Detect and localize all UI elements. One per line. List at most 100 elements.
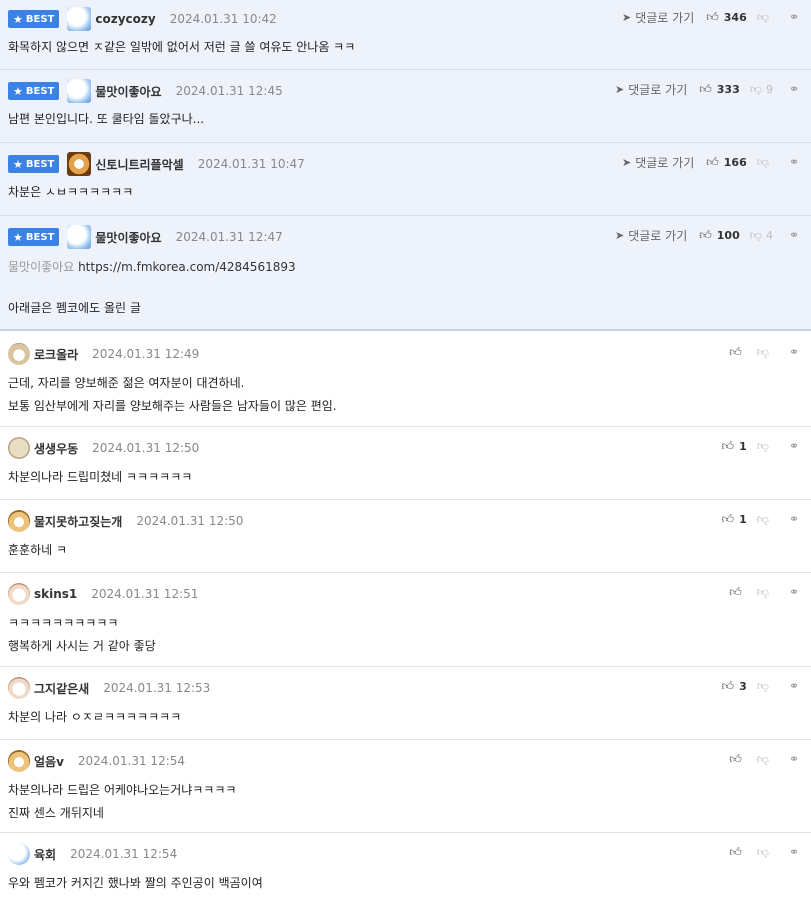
author-name[interactable]: 육회	[34, 846, 56, 863]
comment-meta: 육회 2024.01.31 12:54	[8, 843, 177, 865]
avatar[interactable]	[67, 152, 92, 176]
avatar[interactable]	[8, 343, 30, 365]
comment-meta: 얼음v 2024.01.31 12:54	[8, 750, 185, 772]
downvote-button[interactable]: 👎︎	[757, 10, 773, 25]
comment-meta: ★ BEST 신토니트리플악셀 2024.01.31 10:47	[8, 152, 305, 176]
upvote-button[interactable]: 👍︎ 346	[706, 10, 747, 25]
author-name[interactable]: 물맛이좋아요	[95, 229, 161, 246]
comment-date: 2024.01.31 12:54	[77, 754, 186, 768]
thumbs-up-icon: 👍︎	[729, 584, 742, 599]
upvote-button[interactable]: 👍︎	[729, 345, 747, 360]
link-icon[interactable]: ⚭	[789, 10, 799, 24]
thumbs-down-icon: 👎︎	[756, 511, 769, 526]
best-badge: ★ BEST	[8, 228, 60, 246]
author-name[interactable]: 신토니트리플악셀	[95, 156, 183, 173]
avatar[interactable]	[67, 79, 92, 103]
avatar[interactable]	[67, 7, 92, 31]
link-icon[interactable]: ⚭	[789, 439, 799, 453]
downvote-button[interactable]: 👎︎ 9	[750, 82, 773, 97]
avatar[interactable]	[8, 843, 30, 865]
go-to-reply-link[interactable]: ➤ 댓글로 가기	[622, 9, 694, 26]
link-icon[interactable]: ⚭	[789, 845, 799, 859]
author-name[interactable]: 얼음v	[34, 753, 64, 770]
thumbs-up-icon: 👍︎	[699, 81, 712, 96]
comment: 그지같은새 2024.01.31 12:53 👍︎ 3 👎︎ ⚭ 차분의 나라 ㅇ…	[0, 667, 811, 740]
upvote-button[interactable]: 👍︎ 1	[722, 439, 747, 454]
comment: 얼음v 2024.01.31 12:54 👍︎ 👎︎ ⚭ 차분의나라 드립은 어…	[0, 740, 811, 833]
avatar[interactable]	[8, 750, 30, 772]
comment-actions: 👍︎ 👎︎ ⚭	[729, 343, 799, 361]
best-badge: ★ BEST	[8, 82, 60, 100]
upvote-button[interactable]: 👍︎	[729, 585, 747, 600]
author-name[interactable]: 생생우동	[34, 440, 78, 457]
upvote-button[interactable]: 👍︎ 100	[699, 228, 740, 243]
avatar[interactable]	[8, 510, 30, 532]
downvote-button[interactable]: 👎︎	[757, 845, 773, 860]
upvote-button[interactable]: 👍︎ 166	[706, 155, 747, 170]
link-icon[interactable]: ⚭	[789, 752, 799, 766]
comment-date: 2024.01.31 12:50	[92, 441, 200, 455]
go-to-reply-link[interactable]: ➤ 댓글로 가기	[622, 154, 694, 171]
upvote-count: 166	[723, 155, 747, 169]
comment-actions: 👍︎ 👎︎ ⚭	[729, 750, 799, 768]
send-arrow-icon: ➤	[615, 228, 625, 242]
comment-actions: 👍︎ 1 👎︎ ⚭	[722, 437, 799, 455]
link-icon[interactable]: ⚭	[789, 228, 799, 242]
comment-date: 2024.01.31 12:53	[103, 681, 211, 695]
author-name[interactable]: 물맛이좋아요	[95, 83, 161, 100]
avatar[interactable]	[8, 437, 30, 459]
author-name[interactable]: 로크올라	[34, 346, 78, 363]
upvote-button[interactable]: 👍︎	[729, 845, 747, 860]
go-to-reply-link[interactable]: ➤ 댓글로 가기	[615, 227, 687, 244]
downvote-button[interactable]: 👎︎	[757, 512, 773, 527]
thumbs-up-icon: 👍︎	[699, 227, 712, 242]
downvote-button[interactable]: 👎︎	[757, 155, 773, 170]
upvote-button[interactable]: 👍︎ 1	[722, 512, 747, 527]
thumbs-up-icon: 👍︎	[706, 9, 719, 24]
upvote-button[interactable]: 👍︎ 3	[722, 679, 747, 694]
link-icon[interactable]: ⚭	[789, 82, 799, 96]
comment-actions: 👍︎ 3 👎︎ ⚭	[722, 677, 799, 695]
downvote-button[interactable]: 👎︎	[757, 752, 773, 767]
author-name[interactable]: 그지같은새	[34, 680, 89, 697]
comment-meta: 로크올라 2024.01.31 12:49	[8, 343, 199, 365]
link-icon[interactable]: ⚭	[789, 585, 799, 599]
author-name[interactable]: skins1	[34, 587, 77, 601]
star-icon: ★	[13, 84, 23, 98]
downvote-button[interactable]: 👎︎	[757, 439, 773, 454]
avatar[interactable]	[8, 677, 30, 699]
reference-url[interactable]: https://m.fmkorea.com/4284561893	[78, 260, 296, 274]
author-name[interactable]: cozycozy	[95, 12, 155, 26]
go-to-reply-link[interactable]: ➤ 댓글로 가기	[615, 81, 687, 98]
comment-body: 훈훈하네 ㅋ	[8, 543, 68, 557]
downvote-count: 9	[765, 82, 773, 96]
comment-body: 근데, 자리를 양보해준 젊은 여자분이 대견하네. 보통 임산부에게 자리를 …	[8, 376, 337, 413]
downvote-button[interactable]: 👎︎ 4	[750, 228, 773, 243]
avatar[interactable]	[67, 225, 92, 249]
comment-date: 2024.01.31 12:50	[136, 514, 244, 528]
comment-actions: ➤ 댓글로 가기 👍︎ 346 👎︎ ⚭	[622, 8, 799, 26]
thumbs-down-icon: 👎︎	[756, 9, 769, 24]
comment-date: 2024.01.31 12:45	[175, 84, 283, 98]
thumbs-up-icon: 👍︎	[729, 844, 742, 859]
link-icon[interactable]: ⚭	[789, 512, 799, 526]
upvote-count: 1	[739, 439, 747, 453]
downvote-button[interactable]: 👎︎	[757, 585, 773, 600]
comment-body: 물맛이좋아요 https://m.fmkorea.com/4284561893 …	[8, 256, 296, 320]
link-icon[interactable]: ⚭	[789, 679, 799, 693]
thumbs-up-icon: 👍︎	[729, 344, 742, 359]
downvote-button[interactable]: 👎︎	[757, 679, 773, 694]
upvote-button[interactable]: 👍︎	[729, 752, 747, 767]
upvote-count: 1	[739, 512, 747, 526]
comment-date: 2024.01.31 12:47	[175, 230, 283, 244]
downvote-button[interactable]: 👎︎	[757, 345, 773, 360]
reference-nick[interactable]: 물맛이좋아요	[8, 260, 74, 274]
comment-actions: ➤ 댓글로 가기 👍︎ 166 👎︎ ⚭	[622, 153, 799, 171]
link-icon[interactable]: ⚭	[789, 345, 799, 359]
link-icon[interactable]: ⚭	[789, 155, 799, 169]
avatar[interactable]	[8, 583, 30, 605]
author-name[interactable]: 물지못하고짖는개	[34, 513, 122, 530]
comment-body: 차분의나라 드립은 어케야나오는거냐ㅋㅋㅋㅋ 진짜 센스 개뒤지네	[8, 783, 237, 820]
upvote-button[interactable]: 👍︎ 333	[699, 82, 740, 97]
comment-body: 차분의나라 드립미쳤네 ㅋㅋㅋㅋㅋㅋ	[8, 470, 193, 484]
